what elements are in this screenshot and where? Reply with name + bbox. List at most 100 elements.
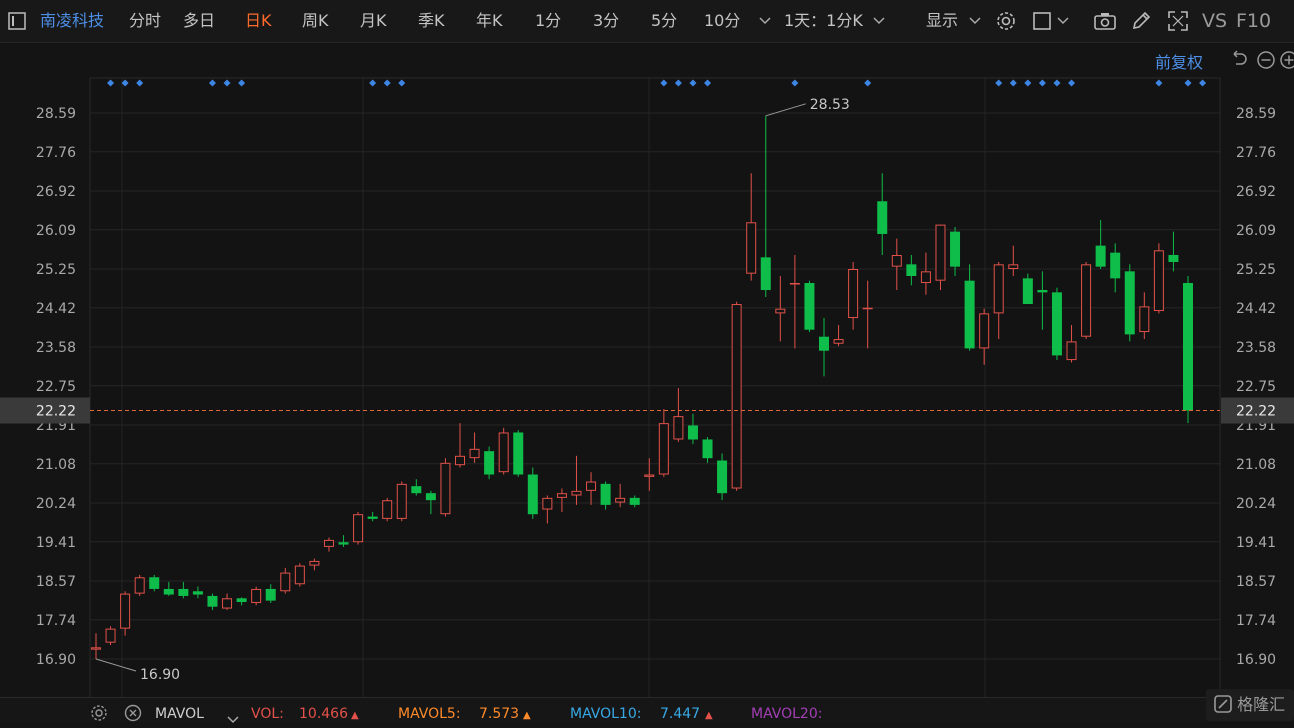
y-tick-label-left: 20.24 [36,496,76,512]
candle-body [353,514,364,543]
candle [498,427,509,475]
candle-body [775,308,786,314]
candle-body [425,493,436,501]
y-tick-label-left: 26.09 [36,223,76,239]
y-tick-label-left: 19.41 [36,535,76,551]
mavol20-label: MAVOL20: [751,706,823,722]
y-tick-label-right: 18.57 [1236,574,1276,590]
y-tick-label-left: 25.25 [36,262,76,278]
candle-body [498,432,509,473]
candle [149,574,160,592]
undo-icon[interactable] [1228,50,1248,70]
zoom-in-icon[interactable] [1279,50,1294,70]
candle-body [717,460,728,494]
candle-body [455,455,465,466]
up-arrow-icon: ▲ [523,710,531,721]
candle [440,458,451,517]
candle-body [877,201,888,234]
candle [513,430,524,477]
candle-body [149,577,160,589]
candle-body [586,481,597,491]
y-tick-label-right: 17.74 [1236,613,1276,629]
candle-body [935,224,946,281]
candle-body [367,516,378,519]
candle-body [746,222,757,274]
candle-body [950,231,961,267]
chevron-down-icon[interactable] [227,709,239,724]
candle-body [163,588,174,595]
candle-body [629,497,640,505]
candle-body [338,542,349,545]
candle-body [120,593,131,629]
y-tick-label-right: 28.59 [1236,106,1276,122]
candle-body [1037,290,1048,293]
candle-body [687,425,698,440]
indicator-bar: MAVOL VOL: 10.466 ▲ MAVOL5: 7.573 ▲ MAVO… [0,697,1294,724]
watermark-text: 格隆汇 [1237,695,1286,714]
candle-body [396,483,407,519]
candle-body [513,432,524,475]
y-tick-label-left: 26.92 [36,184,76,200]
y-tick-label-left: 28.59 [36,106,76,122]
y-tick-label-left: 21.08 [36,457,76,473]
y-tick-label-left: 22.75 [36,379,76,395]
candle-body [542,497,553,510]
y-tick-label-right: 27.76 [1236,145,1276,161]
candle [294,563,305,587]
y-tick-label-right: 22.75 [1236,379,1276,395]
current-price-label-right: 22.22 [1236,404,1276,420]
vol-value: 10.466 [299,706,348,722]
y-tick-label-right: 26.09 [1236,223,1276,239]
y-tick-label-right: 26.92 [1236,184,1276,200]
candle-body [848,269,859,319]
y-tick-label-right: 20.24 [1236,496,1276,512]
candle [717,453,728,501]
y-tick-label-left: 16.90 [36,652,76,668]
candle-body [178,588,189,596]
up-arrow-icon: ▲ [705,710,713,721]
candle-body [134,577,145,594]
candle-body [323,539,334,547]
candle-body [819,336,829,351]
chart-grid [89,77,1221,697]
candlestick-chart[interactable]: 28.59 27.76 26.92 26.09 25.25 24.42 23.58 22.75… [0,0,1294,697]
mavol10-label: MAVOL10: [570,706,642,722]
close-icon[interactable] [124,704,142,722]
vol-label: VOL: [251,706,284,722]
candle [731,301,742,491]
candle [804,280,815,333]
candle-body [1139,306,1150,333]
candle-body [1095,245,1106,267]
y-tick-label-right: 21.08 [1236,457,1276,473]
zoom-out-icon[interactable] [1256,50,1276,70]
candle-body [280,572,291,592]
candle [1124,264,1135,342]
candle-body [964,280,975,349]
y-axis-left: 28.59 27.76 26.92 26.09 25.25 24.42 23.58 22.75… [36,106,76,668]
indicator-settings-icon[interactable] [90,704,108,722]
candle-body [1008,264,1019,270]
candle [353,511,364,545]
candle [382,497,393,522]
indicator-name[interactable]: MAVOL [155,706,204,722]
chart-subbar: 前复权 [0,43,1294,76]
candle-body [251,588,262,603]
candle-body [804,283,815,330]
candle-body [644,474,655,477]
candle [1153,243,1164,314]
y-tick-label-left: 24.42 [36,301,76,317]
max-price-label: 28.53 [810,97,850,113]
candle-body [760,257,771,291]
candle-body [1124,271,1135,335]
candle [105,626,116,645]
candle-body [993,264,1004,314]
candle-body [673,416,684,440]
adjust-mode-button[interactable]: 前复权 [1155,49,1203,73]
y-tick-label-left: 27.76 [36,145,76,161]
min-price-label: 16.90 [140,667,180,683]
plot-area [90,78,1220,697]
candle-body [1022,278,1033,305]
candle [1183,276,1193,424]
candle-body [527,474,538,515]
up-arrow-icon: ▲ [351,710,359,721]
